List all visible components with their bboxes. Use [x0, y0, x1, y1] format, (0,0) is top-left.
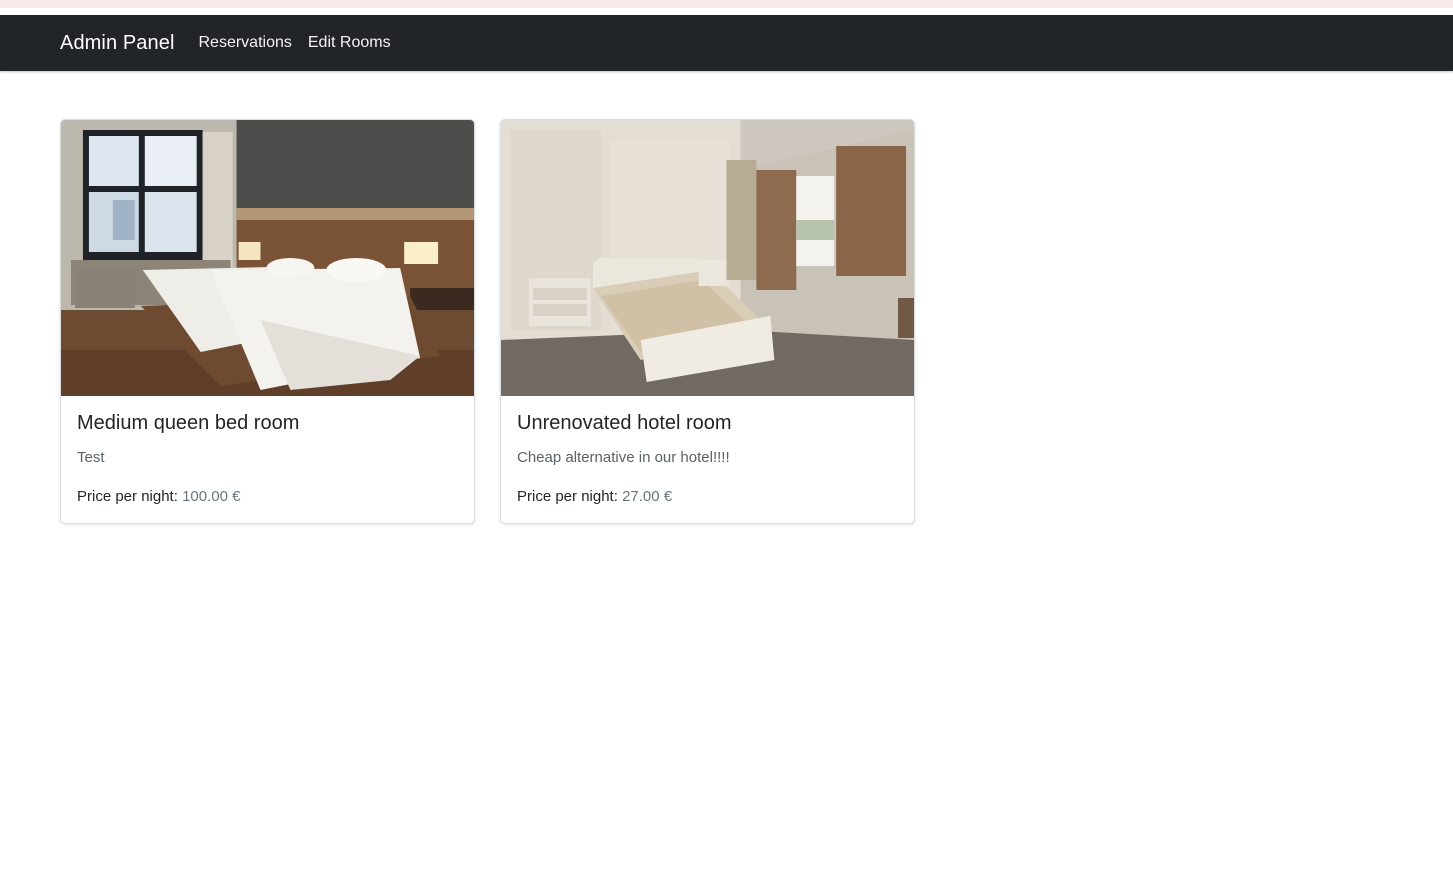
- room-image: [501, 120, 914, 396]
- price-value: 100.00 €: [182, 488, 241, 505]
- top-gap: [0, 8, 1453, 15]
- room-card-body: Medium queen bed room Test Price per nig…: [61, 396, 474, 523]
- nav-link-reservations[interactable]: Reservations: [199, 34, 292, 52]
- room-title: Unrenovated hotel room: [517, 412, 732, 434]
- room-card-list: Medium queen bed room Test Price per nig…: [0, 71, 1453, 524]
- modern-hotel-room-photo: [61, 120, 474, 396]
- room-title: Medium queen bed room: [77, 412, 300, 434]
- price-label: Price per night:: [77, 488, 178, 505]
- room-price: Price per night: 27.00 €: [517, 488, 898, 505]
- room-image: [61, 120, 474, 396]
- navbar-brand[interactable]: Admin Panel: [60, 32, 175, 55]
- room-card[interactable]: Medium queen bed room Test Price per nig…: [60, 119, 475, 524]
- room-description: Test: [77, 449, 105, 466]
- room-price: Price per night: 100.00 €: [77, 488, 458, 505]
- room-card-body: Unrenovated hotel room Cheap alternative…: [501, 396, 914, 523]
- room-card[interactable]: Unrenovated hotel room Cheap alternative…: [500, 119, 915, 524]
- price-label: Price per night:: [517, 488, 618, 505]
- nav-link-edit-rooms[interactable]: Edit Rooms: [308, 34, 391, 52]
- navbar: Admin Panel Reservations Edit Rooms: [0, 15, 1453, 71]
- room-description: Cheap alternative in our hotel!!!!: [517, 449, 730, 466]
- price-value: 27.00 €: [622, 488, 673, 505]
- unrenovated-hotel-room-photo: [501, 120, 914, 396]
- top-accent-strip: [0, 0, 1453, 8]
